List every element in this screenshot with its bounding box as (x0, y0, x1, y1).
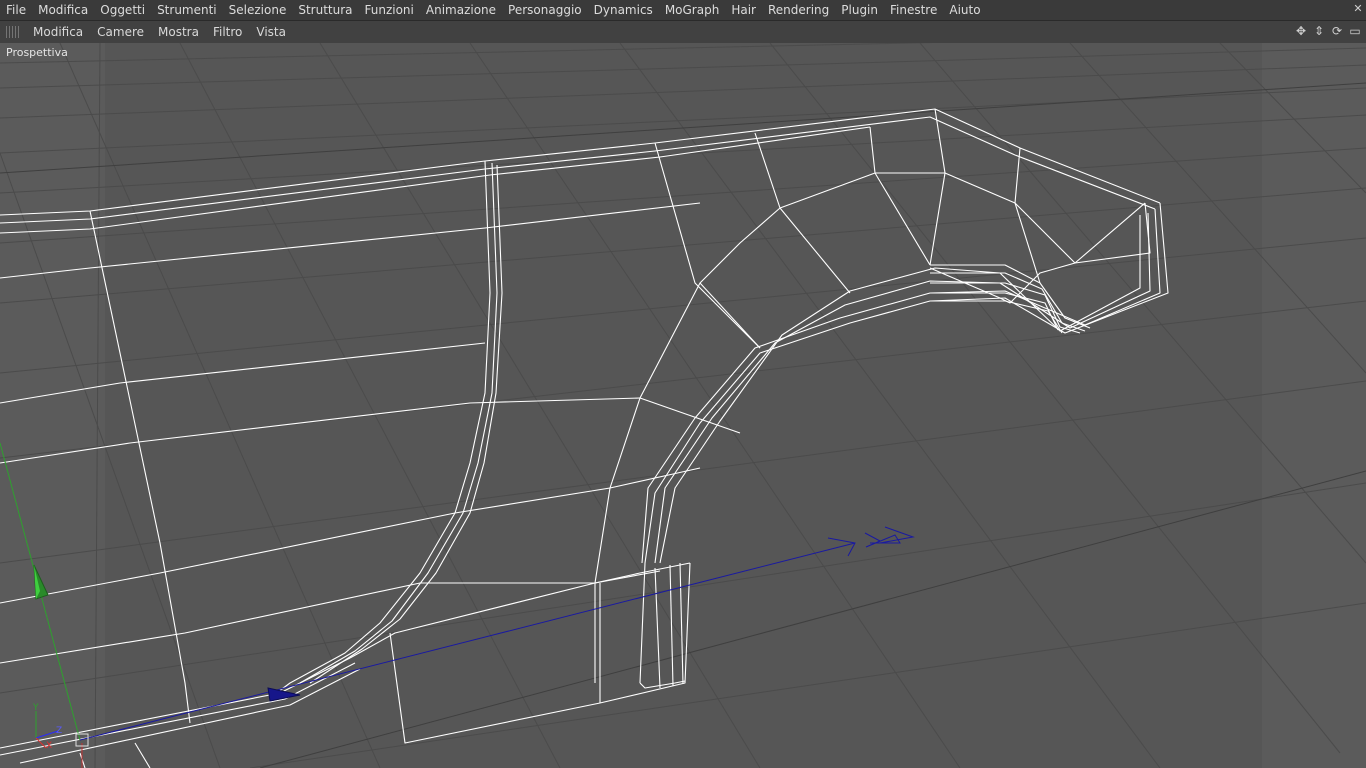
wireframe-mesh[interactable] (0, 108, 1169, 768)
main-menubar: File Modifica Oggetti Strumenti Selezion… (0, 0, 1366, 21)
axis-label-x: X (46, 741, 52, 751)
viewport-label: Prospettiva (6, 46, 68, 59)
menu-oggetti[interactable]: Oggetti (94, 0, 151, 20)
panel-grip-icon[interactable] (6, 26, 20, 38)
maximize-icon[interactable]: ▭ (1348, 24, 1362, 38)
menu-hair[interactable]: Hair (725, 0, 762, 20)
viewport-canvas[interactable]: Y Z X (0, 43, 1366, 768)
menu-plugin[interactable]: Plugin (835, 0, 884, 20)
axis-label-y: Y (32, 703, 39, 713)
menu-mograph[interactable]: MoGraph (659, 0, 726, 20)
menu-file[interactable]: File (0, 0, 32, 20)
rotate-icon[interactable]: ⟳ (1330, 24, 1344, 38)
viewport-menu-filtro[interactable]: Filtro (206, 21, 249, 43)
close-icon[interactable]: ✕ (1352, 3, 1364, 15)
menu-rendering[interactable]: Rendering (762, 0, 835, 20)
menu-struttura[interactable]: Struttura (292, 0, 358, 20)
viewport-menu-modifica[interactable]: Modifica (26, 21, 90, 43)
menu-funzioni[interactable]: Funzioni (359, 0, 420, 20)
menu-strumenti[interactable]: Strumenti (151, 0, 223, 20)
viewport-menubar: Modifica Camere Mostra Filtro Vista ✥ ⇕ … (0, 21, 1366, 44)
menu-dynamics[interactable]: Dynamics (588, 0, 659, 20)
viewport-nav-icons: ✥ ⇕ ⟳ ▭ (1294, 24, 1362, 38)
menu-selezione[interactable]: Selezione (223, 0, 293, 20)
x-axis-gizmo[interactable] (79, 526, 915, 741)
menu-modifica[interactable]: Modifica (32, 0, 94, 20)
viewport-menu-mostra[interactable]: Mostra (151, 21, 206, 43)
menu-aiuto[interactable]: Aiuto (943, 0, 986, 20)
floor-grid (0, 43, 1366, 768)
viewport-menu-vista[interactable]: Vista (249, 21, 293, 43)
move-icon[interactable]: ✥ (1294, 24, 1308, 38)
perspective-viewport[interactable]: Prospettiva Y Z X (0, 43, 1366, 768)
menu-finestre[interactable]: Finestre (884, 0, 943, 20)
axis-label-z: Z (56, 726, 62, 736)
dolly-icon[interactable]: ⇕ (1312, 24, 1326, 38)
grid-major-line (259, 470, 1366, 768)
grid-major-line (0, 82, 1366, 174)
menu-animazione[interactable]: Animazione (420, 0, 502, 20)
menu-personaggio[interactable]: Personaggio (502, 0, 588, 20)
viewport-menu-camere[interactable]: Camere (90, 21, 151, 43)
